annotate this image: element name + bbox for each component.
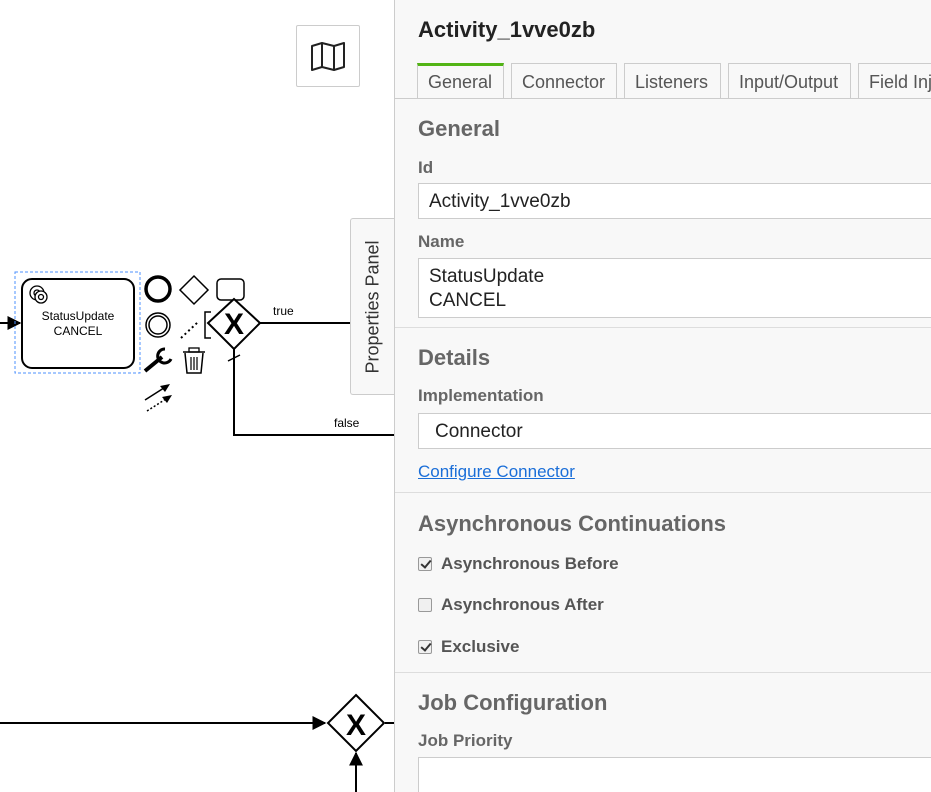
task-label-line1: StatusUpdate: [42, 309, 115, 323]
exclusive-gateway[interactable]: X: [206, 297, 262, 351]
tab-general[interactable]: General: [417, 63, 504, 99]
append-task-icon[interactable]: [216, 278, 245, 301]
id-input-value: Activity_1vve0zb: [429, 191, 571, 212]
tab-input-output[interactable]: Input/Output: [728, 63, 851, 99]
text-annotation-icon[interactable]: [180, 311, 211, 339]
id-label: Id: [418, 158, 434, 177]
gateway-x-icon: X: [224, 308, 244, 341]
group-divider: [395, 672, 931, 673]
panel-title: Activity_1vve0zb: [418, 17, 596, 42]
minimap-toggle-button[interactable]: [296, 25, 360, 87]
tab-listeners[interactable]: Listeners: [624, 63, 721, 99]
job-priority-label: Job Priority: [418, 731, 513, 750]
job-priority-input[interactable]: [418, 757, 931, 792]
properties-panel: Activity_1vve0zb General Connector Liste…: [394, 0, 931, 792]
wrench-icon[interactable]: [143, 347, 173, 373]
tab-label: General: [428, 72, 493, 92]
tab-label: Input/Output: [739, 72, 839, 92]
sequence-flow-true[interactable]: true: [260, 304, 352, 324]
tab-label: Listeners: [635, 72, 709, 92]
implementation-select-value: Connector: [435, 421, 523, 442]
name-label: Name: [418, 232, 465, 251]
async-before-row: Asynchronous Before: [418, 554, 619, 574]
append-end-event-icon[interactable]: [144, 275, 172, 303]
group-title-job: Job Configuration: [418, 690, 608, 715]
name-textarea[interactable]: StatusUpdate CANCEL: [418, 258, 931, 318]
name-line2: CANCEL: [429, 290, 507, 311]
append-intermediate-event-icon[interactable]: [145, 312, 171, 338]
id-input[interactable]: Activity_1vve0zb: [418, 183, 931, 219]
properties-panel-toggle-label: Properties Panel: [362, 239, 382, 374]
flow-label-false: false: [334, 416, 360, 430]
tab-field-injections[interactable]: Field Inj: [858, 63, 931, 99]
sequence-flow-lower[interactable]: [0, 716, 394, 792]
append-gateway-icon[interactable]: [178, 274, 210, 306]
map-icon: [311, 42, 345, 71]
tab-label: Connector: [522, 72, 606, 92]
flow-label-true: true: [273, 304, 294, 318]
implementation-select[interactable]: Connector: [418, 413, 931, 449]
gateway-x-icon: X: [346, 709, 366, 742]
async-after-label[interactable]: Asynchronous After: [441, 595, 604, 615]
exclusive-row: Exclusive: [418, 637, 519, 657]
properties-panel-toggle[interactable]: Properties Panel: [350, 218, 394, 395]
exclusive-label[interactable]: Exclusive: [441, 637, 519, 657]
service-task[interactable]: StatusUpdate CANCEL: [21, 278, 135, 369]
tabs-divider: [395, 98, 931, 99]
connect-arrow-icon[interactable]: [144, 384, 172, 412]
panel-tabs: General Connector Listeners Input/Output…: [417, 62, 931, 99]
exclusive-gateway-lower[interactable]: X: [326, 693, 386, 753]
task-label-line2: CANCEL: [54, 324, 103, 338]
async-after-checkbox[interactable]: [418, 598, 432, 612]
group-title-async: Asynchronous Continuations: [418, 511, 726, 536]
group-title-general: General: [418, 116, 500, 141]
trash-icon[interactable]: [183, 347, 205, 374]
group-title-details: Details: [418, 345, 491, 370]
tab-label: Field Inj: [869, 72, 931, 92]
name-line1: StatusUpdate: [429, 266, 545, 287]
async-before-label[interactable]: Asynchronous Before: [441, 554, 619, 574]
implementation-label: Implementation: [418, 386, 544, 405]
tab-connector[interactable]: Connector: [511, 63, 617, 99]
configure-connector-link[interactable]: Configure Connector: [418, 462, 575, 482]
group-divider: [395, 492, 931, 493]
group-divider: [395, 327, 931, 328]
exclusive-checkbox[interactable]: [418, 640, 432, 654]
async-after-row: Asynchronous After: [418, 595, 604, 615]
async-before-checkbox[interactable]: [418, 557, 432, 571]
